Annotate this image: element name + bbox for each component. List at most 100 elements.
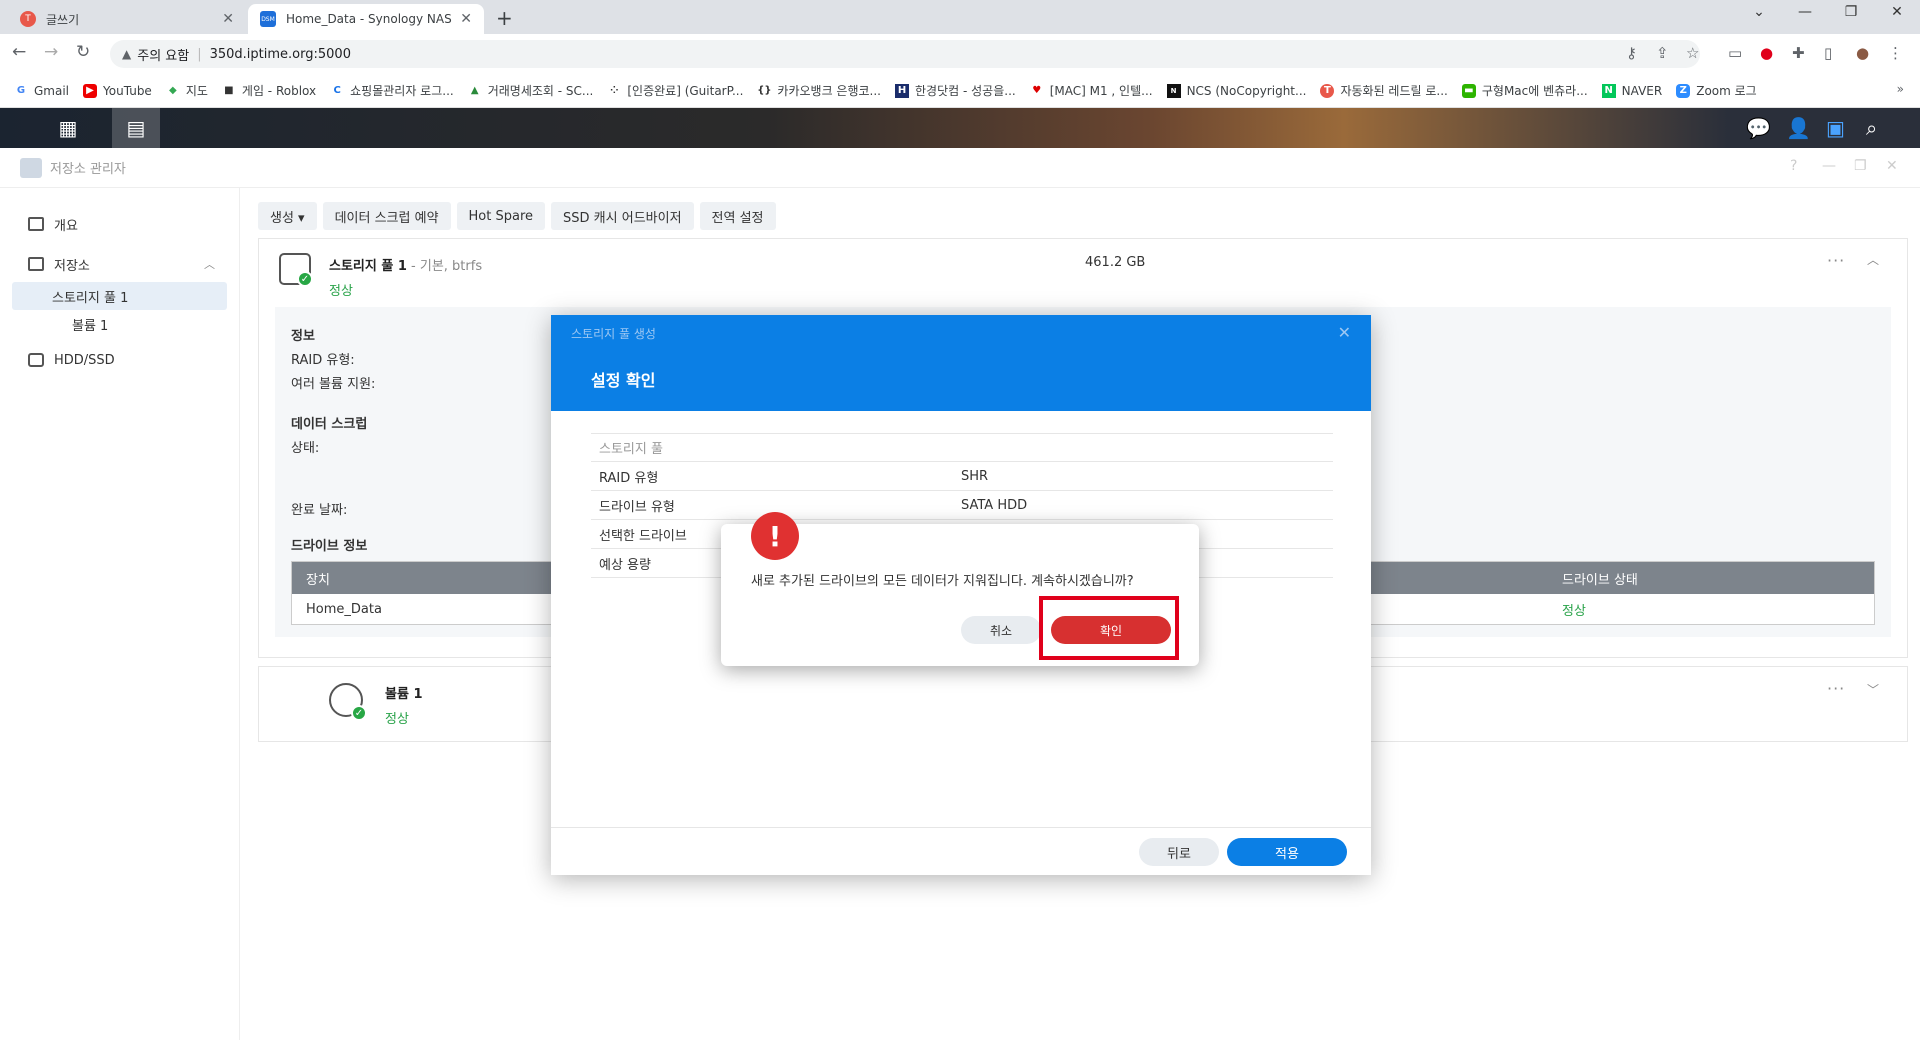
share-icon[interactable]: ⇪ bbox=[1656, 44, 1669, 62]
row-value: SHR bbox=[961, 468, 989, 484]
create-button[interactable]: 생성 ▾ bbox=[258, 202, 317, 230]
profile-avatar-icon[interactable]: ● bbox=[1856, 44, 1869, 62]
volume-name: 볼륨 1 bbox=[385, 687, 423, 702]
hankyung-icon: H bbox=[895, 83, 910, 98]
forward-icon[interactable]: → bbox=[44, 42, 58, 62]
bookmark-mac-ventura[interactable]: ▬ 구형Mac에 벤츄라... bbox=[1461, 82, 1588, 99]
star-icon[interactable]: ☆ bbox=[1686, 44, 1699, 62]
back-button[interactable]: 뒤로 bbox=[1139, 838, 1219, 866]
bookmark-gmail[interactable]: G Gmail bbox=[14, 84, 69, 98]
browser-tab[interactable]: T 글쓰기 ✕ bbox=[8, 4, 246, 34]
storage-manager-icon bbox=[20, 157, 42, 178]
tab-title: Home_Data - Synology NAS bbox=[286, 12, 452, 26]
restore-icon[interactable]: ❐ bbox=[1828, 4, 1874, 20]
chevron-up-icon[interactable]: ︿ bbox=[1867, 251, 1880, 268]
key-icon[interactable]: ⚷ bbox=[1626, 44, 1637, 62]
browser-tab-active[interactable]: DSM Home_Data - Synology NAS ✕ bbox=[248, 4, 484, 34]
close-tab-icon[interactable]: ✕ bbox=[222, 11, 234, 27]
cancel-button[interactable]: 취소 bbox=[961, 616, 1041, 644]
chevron-up-icon[interactable]: ︿ bbox=[204, 256, 215, 272]
bookmark-ncs[interactable]: N NCS (NoCopyright... bbox=[1166, 83, 1307, 98]
menu-icon[interactable]: ⋮ bbox=[1888, 44, 1903, 62]
naver-blog-icon: ▬ bbox=[1461, 83, 1476, 98]
dsm-taskbar: ▦ ▤ 💬 👤 ▣ ⌕ bbox=[0, 108, 1920, 148]
back-icon[interactable]: ← bbox=[12, 42, 26, 62]
column-drive-status: 드라이브 상태 bbox=[1562, 572, 1638, 588]
bookmark-shop-admin[interactable]: C 쇼핑몰관리자 로그... bbox=[330, 82, 453, 99]
widgets-icon[interactable]: ▣ bbox=[1826, 116, 1845, 140]
pool-name: 스토리지 풀 1 bbox=[329, 259, 407, 274]
bookmark-maps[interactable]: ◆ 지도 bbox=[166, 82, 208, 99]
global-settings-button[interactable]: 전역 설정 bbox=[699, 202, 776, 230]
more-bookmarks-icon[interactable]: » bbox=[1897, 82, 1904, 96]
notification-icon[interactable]: 💬 bbox=[1746, 116, 1771, 140]
tistory-icon: T bbox=[1320, 83, 1335, 98]
wizard-breadcrumb: 스토리지 풀 생성 bbox=[571, 327, 656, 341]
main-menu-icon[interactable]: ▦ bbox=[44, 108, 92, 148]
close-window-icon[interactable]: ✕ bbox=[1874, 4, 1920, 20]
code-icon: {} bbox=[757, 85, 772, 96]
url-separator: | bbox=[197, 46, 202, 62]
guitar-icon: ⁘ bbox=[610, 85, 619, 96]
row-key: 선택한 드라이브 bbox=[599, 528, 687, 544]
app-close-icon[interactable]: ✕ bbox=[1886, 158, 1898, 174]
search-icon[interactable]: ⌕ bbox=[1866, 116, 1877, 140]
minimize-icon[interactable]: — bbox=[1782, 4, 1828, 20]
bookmark-zoom[interactable]: Z Zoom 로그 bbox=[1676, 82, 1757, 99]
ssd-cache-advisor-button[interactable]: SSD 캐시 어드바이저 bbox=[551, 202, 694, 230]
pool-subtitle: - 기본, btrfs bbox=[406, 259, 483, 274]
extensions-icon[interactable]: ✚ bbox=[1792, 44, 1805, 62]
scrub-schedule-button[interactable]: 데이터 스크럽 예약 bbox=[322, 202, 451, 230]
sidebar-item-volume[interactable]: 볼륨 1 bbox=[0, 310, 239, 338]
tab-search-icon[interactable]: ⌄ bbox=[1736, 4, 1782, 20]
zoom-icon: Z bbox=[1676, 83, 1691, 98]
chevron-down-icon[interactable]: ﹀ bbox=[1867, 681, 1880, 698]
bookmark-automation[interactable]: T 자동화된 레드릴 로... bbox=[1320, 82, 1448, 99]
volume-title: 볼륨 1 정상 bbox=[385, 683, 423, 727]
bookmark-label: NCS (NoCopyright... bbox=[1186, 83, 1307, 98]
column-device: 장치 bbox=[306, 572, 330, 588]
sidebar-item-hdd-ssd[interactable]: HDD/SSD bbox=[0, 346, 239, 374]
close-tab-icon[interactable]: ✕ bbox=[460, 11, 472, 27]
storage-manager-taskbar-icon[interactable]: ▤ bbox=[112, 108, 160, 148]
new-tab-icon[interactable]: + bbox=[496, 6, 513, 30]
drive-info-heading: 드라이브 정보 bbox=[291, 539, 368, 554]
more-options-icon[interactable]: ··· bbox=[1827, 251, 1845, 270]
bookmark-roblox[interactable]: ■ 게임 - Roblox bbox=[222, 82, 316, 99]
bookmark-label: [인증완료] (GuitarP... bbox=[627, 84, 744, 98]
confirm-button[interactable]: 확인 bbox=[1051, 616, 1171, 644]
close-icon[interactable]: ✕ bbox=[1338, 323, 1351, 342]
sidebar-item-storage[interactable]: 저장소 ︿ bbox=[0, 250, 239, 278]
reload-icon[interactable]: ↻ bbox=[76, 42, 90, 62]
sidebar-item-storage-pool[interactable]: 스토리지 풀 1 bbox=[12, 282, 227, 310]
cast-icon[interactable]: ▭ bbox=[1728, 44, 1742, 62]
check-icon: ✓ bbox=[351, 705, 367, 721]
volume-status: 정상 bbox=[385, 712, 409, 727]
opera-icon[interactable]: ● bbox=[1760, 44, 1773, 62]
sidebar-item-overview[interactable]: 개요 bbox=[0, 210, 239, 238]
bookmark-mac-m1[interactable]: ♥ [MAC] M1 , 인텔... bbox=[1030, 82, 1152, 99]
app-minimize-icon[interactable]: — bbox=[1822, 158, 1836, 174]
apply-button[interactable]: 적용 bbox=[1227, 838, 1347, 866]
bookmark-guitar[interactable]: ⁘ [인증완료] (GuitarP... bbox=[607, 82, 743, 99]
scrub-heading: 데이터 스크럽 bbox=[291, 417, 368, 432]
help-icon[interactable]: ? bbox=[1790, 158, 1797, 174]
user-icon[interactable]: 👤 bbox=[1786, 116, 1811, 140]
bookmark-youtube[interactable]: ▶ YouTube bbox=[83, 83, 152, 98]
wizard-title: 설정 확인 bbox=[591, 371, 656, 390]
hdd-icon bbox=[28, 353, 44, 367]
main-content: 생성 ▾ 데이터 스크럽 예약 Hot Spare SSD 캐시 어드바이저 전… bbox=[258, 188, 1908, 742]
bookmark-invoice[interactable]: ▲ 거래명세조회 - SC... bbox=[468, 82, 594, 99]
hot-spare-button[interactable]: Hot Spare bbox=[456, 202, 546, 230]
bookmark-kakaobank[interactable]: {} 카카오뱅크 은행코... bbox=[757, 82, 881, 99]
ncs-icon: N bbox=[1166, 83, 1181, 98]
sidebar-icon[interactable]: ▯ bbox=[1824, 44, 1832, 62]
more-options-icon[interactable]: ··· bbox=[1827, 679, 1845, 698]
multi-volume-label: 여러 볼륨 지원: bbox=[291, 377, 376, 392]
bookmark-naver[interactable]: N NAVER bbox=[1601, 83, 1662, 98]
bookmark-label: 지도 bbox=[185, 84, 208, 98]
url-field[interactable]: ▲ 주의 요함 | 350d.iptime.org:5000 bbox=[110, 40, 1700, 68]
pool-status: 정상 bbox=[329, 284, 353, 299]
app-maximize-icon[interactable]: ❐ bbox=[1854, 158, 1867, 174]
bookmark-hankyung[interactable]: H 한경닷컴 - 성공을... bbox=[895, 82, 1016, 99]
